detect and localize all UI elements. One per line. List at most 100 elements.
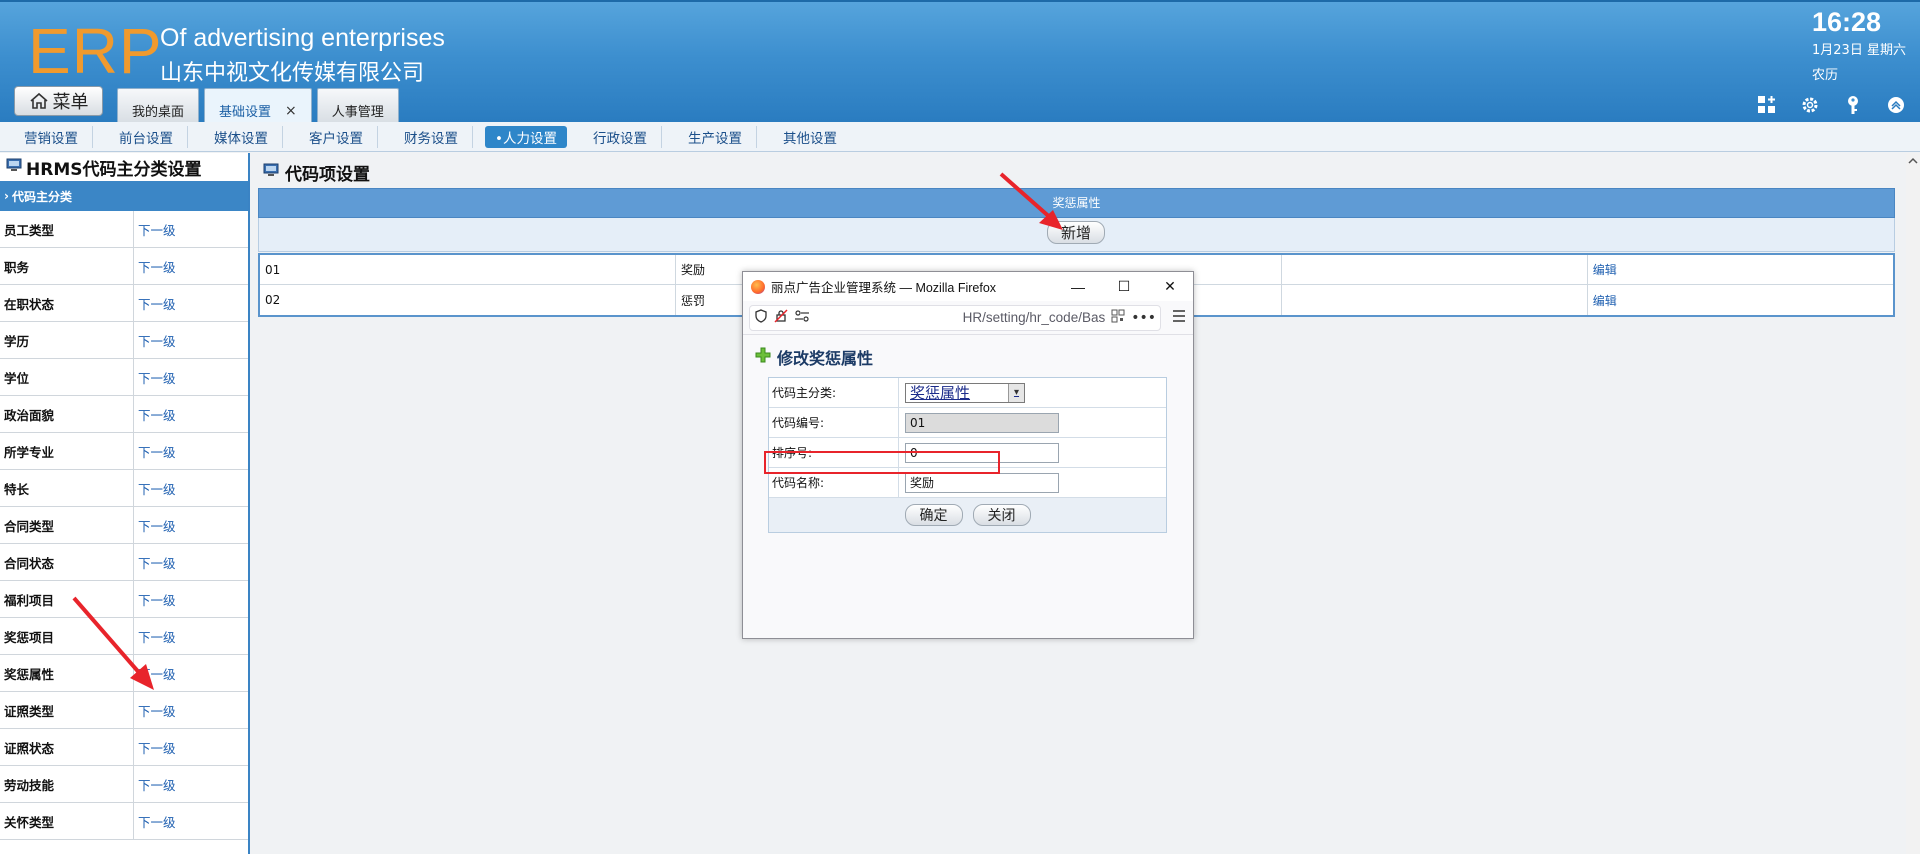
next-level-link[interactable]: 下一级 xyxy=(134,248,176,284)
shield-icon[interactable] xyxy=(754,308,768,327)
minimize-button[interactable]: — xyxy=(1055,272,1101,301)
extra-cell xyxy=(1282,285,1588,315)
edit-form: 代码主分类: 奖惩属性 ▾ 代码编号: 01 排序号: 0 代码名称: 奖励 确… xyxy=(768,377,1167,533)
chevron-up-icon[interactable] xyxy=(1885,94,1907,116)
more-options-icon[interactable]: ••• xyxy=(1131,310,1156,326)
next-level-link[interactable]: 下一级 xyxy=(134,729,176,765)
chevron-down-icon: ▾ xyxy=(1008,383,1024,402)
next-level-link[interactable]: 下一级 xyxy=(134,692,176,728)
confirm-button[interactable]: 确定 xyxy=(904,504,963,526)
hamburger-menu-icon[interactable] xyxy=(1171,308,1187,327)
category-name: 证照类型 xyxy=(0,692,134,728)
menu-button[interactable]: 菜单 xyxy=(14,86,103,116)
next-level-link[interactable]: 下一级 xyxy=(134,359,176,395)
monitor-icon xyxy=(263,162,279,183)
erp-logo: ERP xyxy=(28,15,163,87)
submenu-admin[interactable]: 行政设置 xyxy=(579,125,662,148)
next-level-link[interactable]: 下一级 xyxy=(134,803,176,839)
edit-link[interactable]: 编辑 xyxy=(1588,285,1893,315)
grid-add-icon[interactable] xyxy=(1756,94,1778,116)
next-level-link[interactable]: 下一级 xyxy=(134,211,176,247)
next-level-link[interactable]: 下一级 xyxy=(134,766,176,802)
panel-title-text: HRMS代码主分类设置 xyxy=(26,159,202,180)
close-window-button[interactable]: ✕ xyxy=(1147,272,1193,301)
next-level-link[interactable]: 下一级 xyxy=(134,544,176,580)
code-label: 代码编号: xyxy=(769,408,899,437)
add-button[interactable]: 新增 xyxy=(1047,221,1105,244)
close-button[interactable]: 关闭 xyxy=(972,504,1031,526)
edit-link[interactable]: 编辑 xyxy=(1588,255,1893,284)
brand-name-cn: 山东中视文化传媒有限公司 xyxy=(160,61,425,86)
form-row-order: 排序号: 0 xyxy=(769,438,1166,468)
submenu-other[interactable]: 其他设置 xyxy=(769,126,851,148)
category-name: 奖惩属性 xyxy=(0,655,134,691)
category-name: 合同类型 xyxy=(0,507,134,543)
brand-name-en: Of advertising enterprises xyxy=(160,24,445,52)
close-icon[interactable]: × xyxy=(285,103,297,119)
submenu-production[interactable]: 生产设置 xyxy=(674,125,757,148)
submenu-frontdesk[interactable]: 前台设置 xyxy=(105,125,188,148)
tab-basic-settings[interactable]: 基础设置 × xyxy=(204,88,312,124)
code-category-panel: HRMS代码主分类设置 › 代码主分类 员工类型 下一级 职务 下一级 在职状态 下一级学… xyxy=(0,153,250,854)
name-field[interactable]: 奖励 xyxy=(905,472,1059,493)
window-controls: — ☐ ✕ xyxy=(1055,272,1193,301)
form-row-category: 代码主分类: 奖惩属性 ▾ xyxy=(769,378,1166,408)
next-level-link[interactable]: 下一级 xyxy=(134,655,176,691)
submenu-finance[interactable]: 财务设置 xyxy=(390,125,473,148)
next-level-link[interactable]: 下一级 xyxy=(134,285,176,321)
submenu-media[interactable]: 媒体设置 xyxy=(200,125,283,148)
category-row: 合同状态 下一级 xyxy=(0,544,248,581)
category-row: 所学专业 下一级 xyxy=(0,433,248,470)
tab-label: 人事管理 xyxy=(331,105,384,120)
submenu-customer[interactable]: 客户设置 xyxy=(295,125,378,148)
app-header: ERP Of advertising enterprises 山东中视文化传媒有… xyxy=(0,0,1920,124)
scroll-up-icon[interactable] xyxy=(1906,154,1920,168)
category-select-value: 奖惩属性 xyxy=(910,384,971,402)
category-name: 在职状态 xyxy=(0,285,134,321)
submenu-marketing[interactable]: 营销设置 xyxy=(10,125,93,148)
category-row: 在职状态 下一级 xyxy=(0,285,248,322)
qr-code-icon[interactable] xyxy=(1111,308,1125,327)
next-level-link[interactable]: 下一级 xyxy=(134,470,176,506)
extra-cell xyxy=(1282,255,1588,284)
next-level-link[interactable]: 下一级 xyxy=(134,618,176,654)
gear-icon[interactable] xyxy=(1799,94,1821,116)
category-select[interactable]: 奖惩属性 ▾ xyxy=(905,382,1025,403)
category-row: 福利项目 下一级 xyxy=(0,581,248,618)
next-level-link[interactable]: 下一级 xyxy=(134,433,176,469)
category-name: 学位 xyxy=(0,359,134,395)
tab-bar: 我的桌面 基础设置 × 人事管理 xyxy=(117,88,399,124)
popup-titlebar[interactable]: 丽点广告企业管理系统 — Mozilla Firefox — ☐ ✕ xyxy=(743,272,1193,301)
address-field[interactable]: HR/setting/hr_code/Bas ••• xyxy=(749,304,1161,331)
category-list: 员工类型 下一级 职务 下一级 在职状态 下一级 学历 下一级 学位 下一级 政治面貌 下一级 所学专业… xyxy=(0,211,248,840)
order-field[interactable]: 0 xyxy=(905,442,1059,463)
tab-label: 我的桌面 xyxy=(132,105,185,120)
page-scrollbar[interactable] xyxy=(1906,153,1920,854)
name-label: 代码名称: xyxy=(769,468,899,497)
submenu-hr[interactable]: •人力设置 xyxy=(485,125,567,148)
category-row: 学历 下一级 xyxy=(0,322,248,359)
insecure-lock-icon[interactable] xyxy=(774,308,788,327)
next-level-link[interactable]: 下一级 xyxy=(134,507,176,543)
clock-time: 16:28 xyxy=(1812,7,1882,37)
category-name: 劳动技能 xyxy=(0,766,134,802)
form-row-name: 代码名称: 奖励 xyxy=(769,468,1166,498)
category-row: 奖惩属性 下一级 xyxy=(0,655,248,692)
tab-my-desktop[interactable]: 我的桌面 xyxy=(117,88,200,124)
permissions-icon[interactable] xyxy=(794,308,810,327)
header-toolbar xyxy=(1756,94,1907,116)
key-icon[interactable] xyxy=(1842,94,1864,116)
maximize-button[interactable]: ☐ xyxy=(1101,272,1147,301)
page-title: 代码项设置 xyxy=(263,160,370,185)
category-row: 证照状态 下一级 xyxy=(0,729,248,766)
category-label: 代码主分类: xyxy=(769,378,899,407)
next-level-link[interactable]: 下一级 xyxy=(134,322,176,358)
order-label: 排序号: xyxy=(769,438,899,467)
next-level-link[interactable]: 下一级 xyxy=(134,396,176,432)
category-row: 政治面貌 下一级 xyxy=(0,396,248,433)
next-level-link[interactable]: 下一级 xyxy=(134,581,176,617)
category-name: 证照状态 xyxy=(0,729,134,765)
tab-hr-management[interactable]: 人事管理 xyxy=(316,88,399,124)
panel-header: › 代码主分类 xyxy=(0,181,248,211)
category-row: 学位 下一级 xyxy=(0,359,248,396)
